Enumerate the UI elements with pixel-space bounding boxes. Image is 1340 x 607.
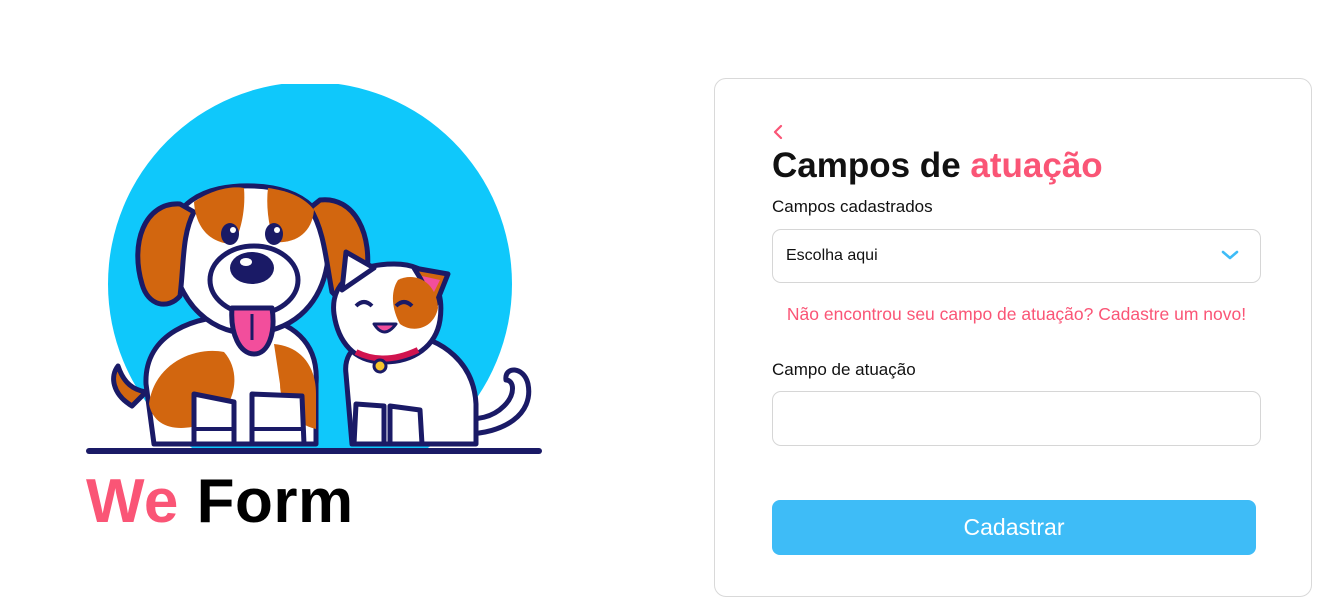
brand-form: Form (196, 467, 354, 536)
page-title: Campos de atuação (772, 145, 1103, 187)
chevron-down-icon (1221, 250, 1239, 260)
pets-illustration (84, 82, 544, 486)
field-name-input[interactable] (772, 391, 1261, 446)
registered-fields-select[interactable]: Escolha aqui (772, 229, 1261, 283)
brand-logo-text: We Form (86, 462, 354, 542)
dog-and-cat-illustration (84, 82, 544, 486)
chevron-left-icon (773, 124, 783, 140)
brand-we: We (86, 467, 179, 536)
field-name-label: Campo de atuação (772, 360, 916, 379)
register-new-field-link[interactable]: Não encontrou seu campo de atuação? Cada… (772, 303, 1261, 326)
registered-fields-label: Campos cadastrados (772, 197, 933, 216)
back-button[interactable] (771, 123, 785, 141)
ground-line (86, 448, 542, 454)
select-value: Escolha aqui (786, 247, 878, 264)
fields-form-card: Campos de atuação Campos cadastrados Esc… (714, 78, 1312, 597)
page-title-accent: atuação (970, 146, 1103, 185)
page-title-main: Campos de (772, 146, 971, 185)
register-button[interactable]: Cadastrar (772, 500, 1256, 555)
